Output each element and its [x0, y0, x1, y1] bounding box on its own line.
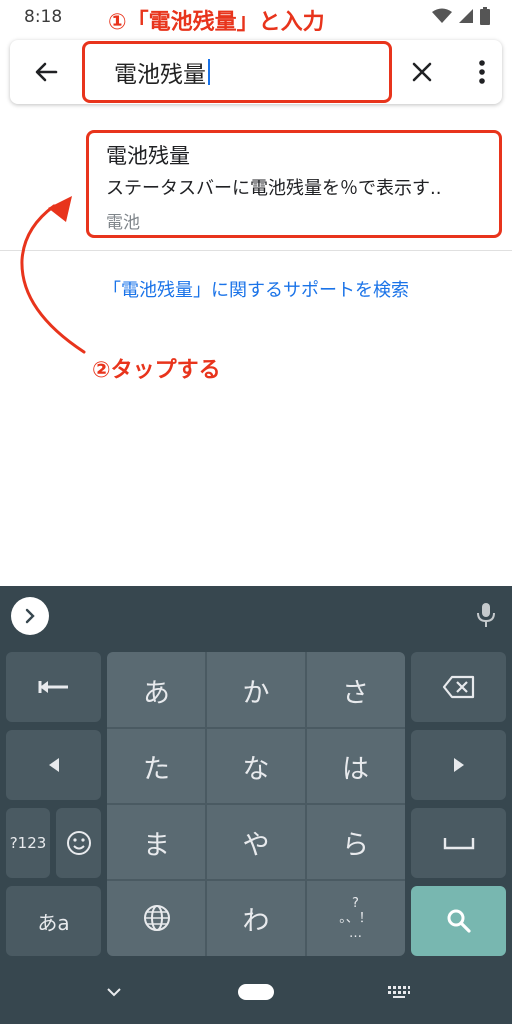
- cursor-right-key[interactable]: [411, 730, 506, 800]
- smiley-icon: [66, 831, 91, 855]
- input-mode-key[interactable]: あa: [6, 886, 101, 956]
- punctuation-key[interactable]: ? 。、！ …: [306, 880, 405, 956]
- globe-icon: [143, 905, 170, 931]
- globe-key[interactable]: [107, 880, 206, 956]
- key-ya[interactable]: や: [206, 804, 306, 880]
- cursor-left-key[interactable]: [6, 730, 101, 800]
- emoji-key[interactable]: [56, 808, 101, 878]
- key-ha[interactable]: は: [306, 728, 405, 804]
- key-ka[interactable]: か: [206, 652, 306, 728]
- nav-back-chevron-icon[interactable]: [106, 986, 122, 998]
- space-icon: [443, 838, 474, 850]
- undo-key[interactable]: [6, 652, 101, 722]
- punct-question: ?: [352, 895, 359, 911]
- system-nav-bar: [0, 960, 512, 1024]
- nav-home-pill-icon[interactable]: [238, 984, 274, 1000]
- backspace-icon: [442, 675, 474, 699]
- punct-ellipsis: …: [349, 925, 362, 941]
- search-icon: [447, 909, 471, 933]
- keyboard-icon[interactable]: [387, 984, 411, 1000]
- space-key[interactable]: [411, 808, 506, 878]
- key-ma[interactable]: ま: [107, 804, 206, 880]
- backspace-key[interactable]: [411, 652, 506, 722]
- keyboard-toolbar: [0, 586, 512, 646]
- search-key[interactable]: [411, 886, 506, 956]
- left-arrow-icon: [48, 758, 59, 772]
- keyboard-expand-button[interactable]: [11, 597, 49, 635]
- key-wa[interactable]: わ: [206, 880, 306, 956]
- key-na[interactable]: な: [206, 728, 306, 804]
- symbols-key[interactable]: ?123: [6, 808, 50, 878]
- undo-icon: [38, 681, 68, 693]
- mic-icon[interactable]: [474, 601, 498, 629]
- key-ta[interactable]: た: [107, 728, 206, 804]
- key-sa[interactable]: さ: [306, 652, 405, 728]
- right-arrow-icon: [453, 758, 464, 772]
- chevron-right-icon: [25, 608, 35, 624]
- key-a[interactable]: あ: [107, 652, 206, 728]
- punct-marks: 。、！: [339, 910, 372, 926]
- key-ra[interactable]: ら: [306, 804, 405, 880]
